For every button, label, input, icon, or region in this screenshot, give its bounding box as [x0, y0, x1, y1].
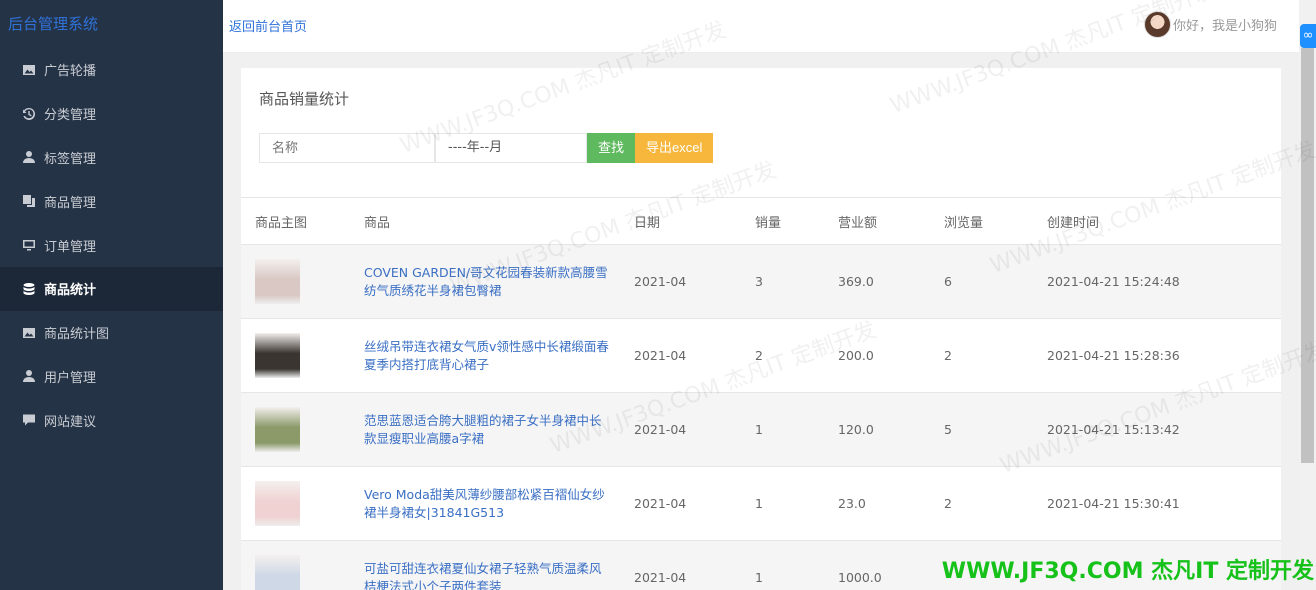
- sidebar-item-label: 分类管理: [44, 108, 97, 124]
- row-created: 2021-04-21 15:30:41: [1047, 496, 1180, 511]
- image-icon: [22, 326, 36, 340]
- row-date: 2021-04: [634, 274, 687, 289]
- product-name-link[interactable]: Vero Moda甜美风薄纱腰部松紧百褶仙女纱裙半身裙女|31841G513: [364, 486, 610, 522]
- sidebar-item-products[interactable]: 商品管理: [0, 179, 223, 223]
- row-created: 2021-04-21 15:28:36: [1047, 348, 1180, 363]
- export-excel-button[interactable]: 导出excel: [635, 133, 714, 163]
- product-name-link[interactable]: 范思蓝恩适合胯大腿粗的裙子女半身裙中长款显瘦职业高腰a字裙: [364, 412, 610, 448]
- user-icon: [22, 369, 36, 383]
- app-title[interactable]: 后台管理系统: [0, 0, 223, 48]
- top-header: 返回前台首页 你好，我是小狗狗: [223, 0, 1299, 53]
- row-views: 2: [944, 348, 952, 363]
- row-sales: 1: [755, 570, 763, 585]
- user-info[interactable]: 你好，我是小狗狗: [1143, 11, 1277, 38]
- product-name-link[interactable]: COVEN GARDEN/哥文花园春装新款高腰雪纺气质绣花半身裙包臀裙: [364, 264, 610, 300]
- row-date: 2021-04: [634, 496, 687, 511]
- sidebar-item-users[interactable]: 用户管理: [0, 355, 223, 399]
- row-sales: 1: [755, 422, 763, 437]
- sidebar-item-label: 商品统计: [44, 283, 97, 299]
- row-sales: 1: [755, 496, 763, 511]
- row-sales: 2: [755, 348, 763, 363]
- sidebar-menu: 广告轮播 分类管理 标签管理 商品管理 订单管理 商品统计 商品统计图 用户管理…: [0, 48, 223, 442]
- user-icon: [22, 150, 36, 164]
- row-revenue: 120.0: [838, 422, 874, 437]
- table-row: 范思蓝恩适合胯大腿粗的裙子女半身裙中长款显瘦职业高腰a字裙 2021-04 1 …: [241, 393, 1281, 467]
- product-thumbnail[interactable]: [255, 259, 300, 304]
- table-header: 商品主图 商品 日期 销量 营业额 浏览量 创建时间: [241, 198, 1281, 245]
- sidebar-item-label: 订单管理: [44, 239, 97, 255]
- sidebar-item-suggestions[interactable]: 网站建议: [0, 398, 223, 442]
- comment-icon: [22, 413, 36, 427]
- row-views: 6: [944, 274, 952, 289]
- row-created: 2021-04-21 15:13:42: [1047, 422, 1180, 437]
- sidebar-item-tags[interactable]: 标签管理: [0, 136, 223, 180]
- product-thumbnail[interactable]: [255, 407, 300, 452]
- page-title: 商品销量统计: [259, 90, 350, 108]
- row-created: 2021-04-21 15:24:48: [1047, 274, 1180, 289]
- sidebar-item-label: 广告轮播: [44, 64, 97, 80]
- row-date: 2021-04: [634, 348, 687, 363]
- sidebar-item-label: 商品管理: [44, 195, 97, 211]
- sidebar-item-orders[interactable]: 订单管理: [0, 223, 223, 267]
- product-name-link[interactable]: 可盐可甜连衣裙夏仙女裙子轻熟气质温柔风桔梗法式小个子两件套装: [364, 560, 610, 590]
- row-revenue: 23.0: [838, 496, 866, 511]
- row-views: 2: [944, 496, 952, 511]
- col-header-views: 浏览量: [944, 215, 984, 231]
- row-sales: 3: [755, 274, 763, 289]
- table-body: COVEN GARDEN/哥文花园春装新款高腰雪纺气质绣花半身裙包臀裙 2021…: [241, 245, 1281, 590]
- back-to-home-link[interactable]: 返回前台首页: [229, 16, 307, 35]
- col-header-sales: 销量: [755, 215, 782, 231]
- link-icon[interactable]: ∞: [1300, 24, 1316, 48]
- col-header-product: 商品: [364, 215, 391, 231]
- stats-table: 商品主图 商品 日期 销量 营业额 浏览量 创建时间 COVEN GARDEN/…: [241, 197, 1281, 590]
- sidebar-item-ads[interactable]: 广告轮播: [0, 48, 223, 92]
- sidebar-item-label: 用户管理: [44, 370, 97, 386]
- sidebar-item-label: 标签管理: [44, 151, 97, 167]
- database-icon: [22, 282, 36, 296]
- col-header-created: 创建时间: [1047, 215, 1100, 231]
- month-picker[interactable]: ----年--月: [435, 133, 587, 163]
- user-greeting: 你好，我是小狗狗: [1172, 19, 1277, 34]
- watermark-banner: WWW.JF3Q.COM 杰凡IT 定制开发: [941, 559, 1314, 584]
- sidebar-item-label: 商品统计图: [44, 327, 110, 343]
- col-header-revenue: 营业额: [838, 215, 878, 231]
- sidebar: 后台管理系统 广告轮播 分类管理 标签管理 商品管理 订单管理 商品统计 商品统…: [0, 0, 223, 590]
- stats-card: 商品销量统计 ----年--月 查找 导出excel 商品主图 商品 日期 销量…: [241, 68, 1281, 590]
- copy-icon: [22, 194, 36, 208]
- sidebar-item-product-chart[interactable]: 商品统计图: [0, 311, 223, 355]
- sidebar-item-label: 网站建议: [44, 414, 97, 430]
- scrollbar-thumb[interactable]: [1301, 48, 1314, 463]
- image-icon: [22, 63, 36, 77]
- table-row: Vero Moda甜美风薄纱腰部松紧百褶仙女纱裙半身裙女|31841G513 2…: [241, 467, 1281, 541]
- table-row: 丝绒吊带连衣裙女气质v领性感中长裙缎面春夏季内搭打底背心裙子 2021-04 2…: [241, 319, 1281, 393]
- product-thumbnail[interactable]: [255, 555, 300, 590]
- row-date: 2021-04: [634, 570, 687, 585]
- sidebar-item-product-stats[interactable]: 商品统计: [0, 266, 223, 311]
- row-revenue: 200.0: [838, 348, 874, 363]
- row-views: 5: [944, 422, 952, 437]
- name-input[interactable]: [259, 133, 435, 163]
- avatar[interactable]: [1143, 11, 1171, 38]
- col-header-image: 商品主图: [255, 215, 308, 231]
- product-name-link[interactable]: 丝绒吊带连衣裙女气质v领性感中长裙缎面春夏季内搭打底背心裙子: [364, 338, 610, 374]
- history-icon: [22, 107, 36, 121]
- product-thumbnail[interactable]: [255, 333, 300, 378]
- sidebar-item-category[interactable]: 分类管理: [0, 92, 223, 136]
- table-row: COVEN GARDEN/哥文花园春装新款高腰雪纺气质绣花半身裙包臀裙 2021…: [241, 245, 1281, 319]
- row-revenue: 369.0: [838, 274, 874, 289]
- row-date: 2021-04: [634, 422, 687, 437]
- search-button[interactable]: 查找: [587, 133, 636, 163]
- filter-bar: ----年--月 查找 导出excel: [259, 133, 714, 163]
- col-header-date: 日期: [634, 215, 661, 231]
- row-revenue: 1000.0: [838, 570, 882, 585]
- monitor-icon: [22, 238, 36, 252]
- product-thumbnail[interactable]: [255, 481, 300, 526]
